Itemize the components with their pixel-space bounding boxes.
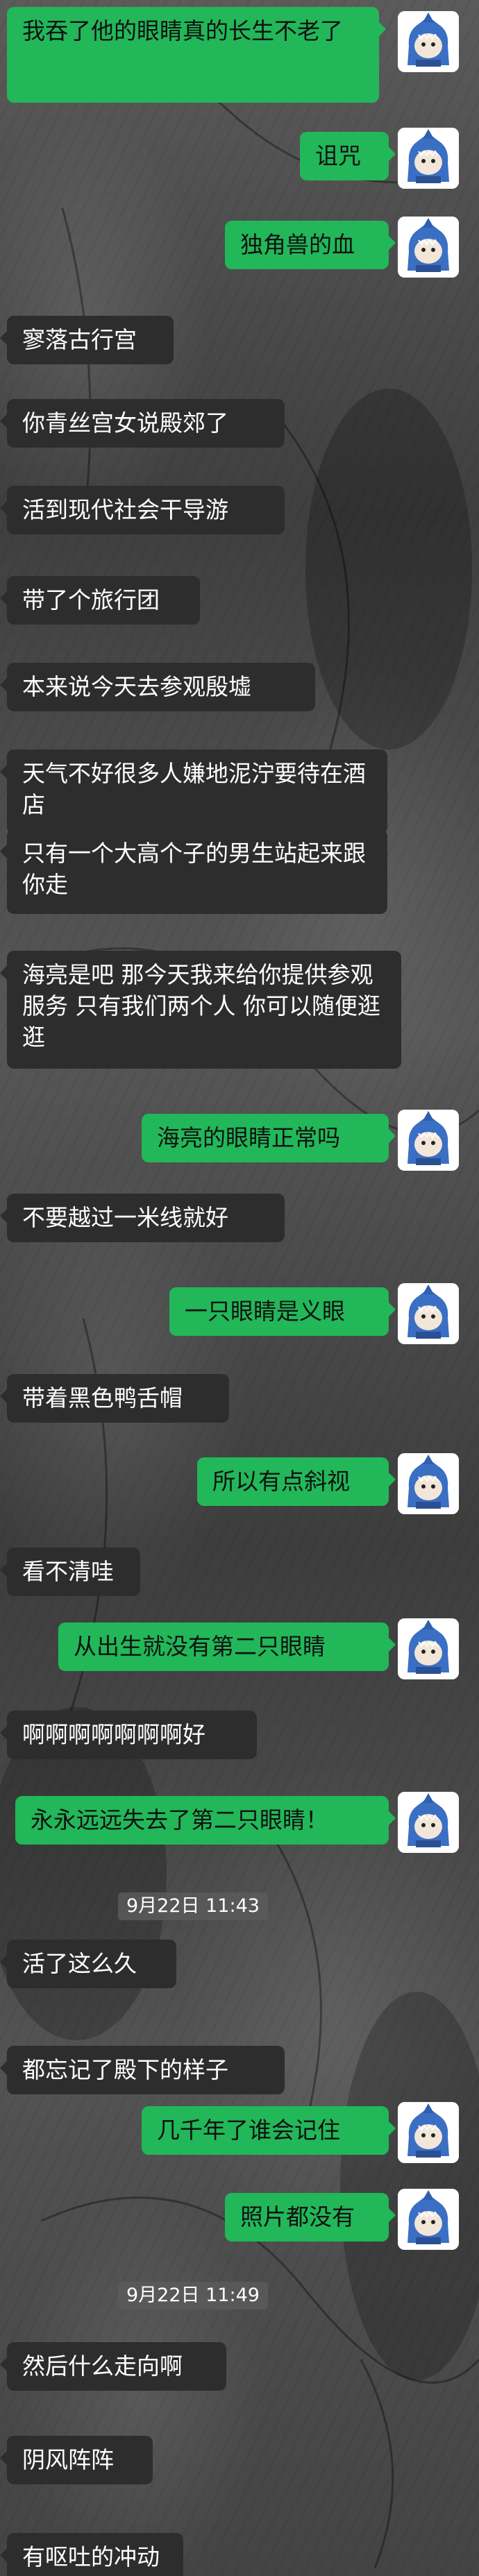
avatar-icon[interactable] [398, 2189, 459, 2250]
avatar-icon[interactable] [398, 1110, 459, 1171]
incoming-message-bubble[interactable]: 不要越过一米线就好 [0, 1194, 285, 1242]
incoming-message-bubble[interactable]: 都忘记了殿下的样子 [0, 2046, 285, 2094]
chat-screen: 我吞了他的眼睛真的长生不老了 诅咒 独角兽的血寥落古行宫你青丝宫女说殿郊了 活到现… [0, 0, 479, 2576]
outgoing-message-bubble[interactable]: 照片都没有 [225, 2193, 396, 2242]
avatar-icon[interactable] [398, 217, 459, 278]
timestamp: 9月22日 11:49 [118, 2282, 268, 2310]
incoming-message-bubble[interactable]: 有呕吐的冲动 [0, 2533, 183, 2576]
incoming-message-bubble[interactable]: 啊啊啊啊啊啊啊好 [0, 1711, 257, 1759]
outgoing-message-bubble[interactable]: 诅咒 [300, 132, 396, 180]
incoming-message-bubble[interactable]: 活了这么久 [0, 1940, 176, 1988]
avatar-icon[interactable] [398, 1283, 459, 1344]
outgoing-message-bubble[interactable]: 我吞了他的眼睛真的长生不老了 [7, 7, 386, 103]
avatar-icon[interactable] [398, 1618, 459, 1679]
outgoing-message-bubble[interactable]: 所以有点斜视 [197, 1457, 396, 1506]
avatar-icon[interactable] [398, 11, 459, 72]
incoming-message-bubble[interactable]: 海亮是吧 那今天我来给你提供参观服务 只有我们两个人 你可以随便逛逛 [0, 951, 401, 1069]
incoming-message-bubble[interactable]: 带着黑色鸭舌帽 [0, 1374, 229, 1423]
avatar-icon[interactable] [398, 1792, 459, 1853]
avatar-icon[interactable] [398, 2102, 459, 2163]
incoming-message-bubble[interactable]: 只有一个大高个子的男生站起来跟你走 [0, 829, 387, 914]
avatar-icon[interactable] [398, 128, 459, 189]
outgoing-message-bubble[interactable]: 一只眼睛是义眼 [169, 1287, 396, 1336]
incoming-message-bubble[interactable]: 阴风阵阵 [0, 2436, 153, 2484]
incoming-message-bubble[interactable]: 天气不好很多人嫌地泥泞要待在酒店 [0, 749, 387, 834]
outgoing-message-bubble[interactable]: 从出生就没有第二只眼睛 [58, 1622, 396, 1671]
outgoing-message-bubble[interactable]: 几千年了谁会记住 [142, 2106, 396, 2155]
incoming-message-bubble[interactable]: 你青丝宫女说殿郊了 [0, 399, 285, 448]
incoming-message-bubble[interactable]: 然后什么走向啊 [0, 2342, 226, 2391]
incoming-message-bubble[interactable]: 本来说今天去参观殷墟 [0, 663, 315, 711]
outgoing-message-bubble[interactable]: 独角兽的血 [225, 221, 396, 269]
timestamp: 9月22日 11:43 [118, 1892, 268, 1920]
incoming-message-bubble[interactable]: 活到现代社会干导游 [0, 486, 285, 534]
incoming-message-bubble[interactable]: 带了个旅行团 [0, 576, 200, 625]
outgoing-message-bubble[interactable]: 海亮的眼睛正常吗 [142, 1114, 396, 1162]
incoming-message-bubble[interactable]: 看不清哇 [0, 1548, 140, 1596]
avatar-icon[interactable] [398, 1453, 459, 1514]
outgoing-message-bubble[interactable]: 永永远远失去了第二只眼睛！ [15, 1796, 396, 1845]
incoming-message-bubble[interactable]: 寥落古行宫 [0, 316, 174, 364]
